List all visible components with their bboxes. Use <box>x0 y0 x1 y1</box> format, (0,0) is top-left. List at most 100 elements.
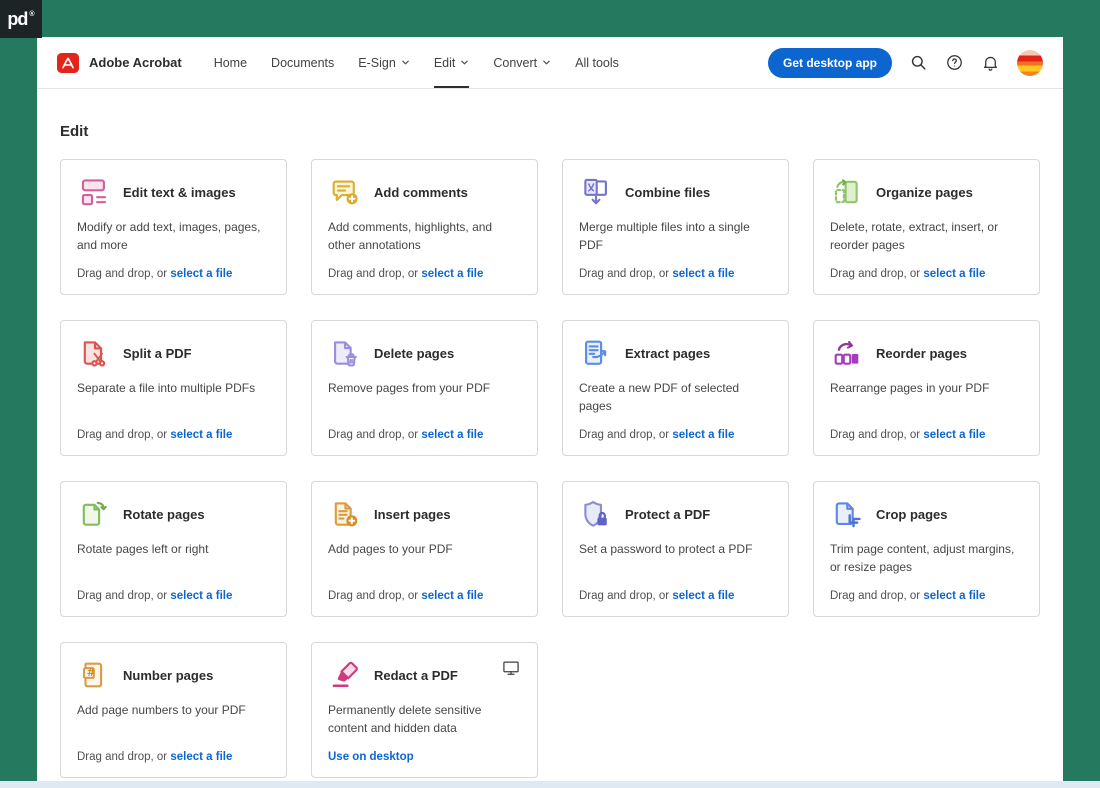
card-description: Set a password to protect a PDF <box>579 540 772 558</box>
card-crop-pages[interactable]: Crop pages Trim page content, adjust mar… <box>813 481 1040 617</box>
card-description: Add comments, highlights, and other anno… <box>328 218 521 254</box>
card-footer: Drag and drop, or select a file <box>579 429 772 441</box>
select-a-file-link[interactable]: select a file <box>672 590 734 602</box>
card-reorder-pages[interactable]: Reorder pages Rearrange pages in your PD… <box>813 320 1040 456</box>
card-number-pages[interactable]: # Number pages Add page numbers to your … <box>60 642 287 778</box>
chevron-down-icon <box>542 58 551 67</box>
select-a-file-link[interactable]: select a file <box>672 268 734 280</box>
select-a-file-link[interactable]: select a file <box>421 590 483 602</box>
extract-pages-icon <box>579 336 613 370</box>
card-title: Split a PDF <box>123 346 192 361</box>
card-organize-pages[interactable]: Organize pages Delete, rotate, extract, … <box>813 159 1040 295</box>
tools-grid: Edit text & images Modify or add text, i… <box>60 159 1040 778</box>
get-desktop-app-button[interactable]: Get desktop app <box>768 48 892 78</box>
card-redact-a-pdf[interactable]: Redact a PDF Permanently delete sensitiv… <box>311 642 538 778</box>
number-pages-icon: # <box>77 658 111 692</box>
crop-pages-icon <box>830 497 864 531</box>
drag-drop-text: Drag and drop, or <box>328 590 421 602</box>
card-insert-pages[interactable]: Insert pages Add pages to your PDF Drag … <box>311 481 538 617</box>
card-title: Combine files <box>625 185 710 200</box>
card-description: Merge multiple files into a single PDF <box>579 218 772 254</box>
card-footer: Drag and drop, or select a file <box>830 268 1023 280</box>
drag-drop-text: Drag and drop, or <box>328 268 421 280</box>
drag-drop-text: Drag and drop, or <box>830 590 923 602</box>
drag-drop-text: Drag and drop, or <box>77 590 170 602</box>
organize-pages-icon <box>830 175 864 209</box>
card-description: Rotate pages left or right <box>77 540 270 558</box>
nav-item-edit[interactable]: Edit <box>422 37 482 88</box>
main-content: Edit Edit text & images Modify or add te… <box>37 123 1063 778</box>
select-a-file-link[interactable]: select a file <box>170 590 232 602</box>
card-footer: Drag and drop, or select a file <box>77 751 270 763</box>
add-comments-icon <box>328 175 362 209</box>
card-footer: Drag and drop, or select a file <box>328 429 521 441</box>
svg-text:#: # <box>86 666 95 679</box>
chevron-down-icon <box>401 58 410 67</box>
chevron-down-icon <box>460 58 469 67</box>
card-title: Organize pages <box>876 185 973 200</box>
pd-logo-text: pd <box>7 9 27 30</box>
select-a-file-link[interactable]: select a file <box>170 429 232 441</box>
nav-item-documents[interactable]: Documents <box>259 37 346 88</box>
drag-drop-text: Drag and drop, or <box>77 268 170 280</box>
card-add-comments[interactable]: Add comments Add comments, highlights, a… <box>311 159 538 295</box>
card-combine-files[interactable]: Combine files Merge multiple files into … <box>562 159 789 295</box>
card-title: Reorder pages <box>876 346 967 361</box>
registered-mark: ® <box>29 11 34 18</box>
nav-item-e-sign[interactable]: E-Sign <box>346 37 422 88</box>
card-description: Create a new PDF of selected pages <box>579 379 772 415</box>
card-edit-text-images[interactable]: Edit text & images Modify or add text, i… <box>60 159 287 295</box>
use-on-desktop-link[interactable]: Use on desktop <box>328 751 414 763</box>
header-actions: Get desktop app <box>768 48 1043 78</box>
rotate-pages-icon <box>77 497 111 531</box>
select-a-file-link[interactable]: select a file <box>421 429 483 441</box>
select-a-file-link[interactable]: select a file <box>170 268 232 280</box>
card-footer: Drag and drop, or select a file <box>579 268 772 280</box>
card-description: Modify or add text, images, pages, and m… <box>77 218 270 254</box>
card-description: Rearrange pages in your PDF <box>830 379 1023 397</box>
avatar[interactable] <box>1017 50 1043 76</box>
select-a-file-link[interactable]: select a file <box>923 268 985 280</box>
card-rotate-pages[interactable]: Rotate pages Rotate pages left or right … <box>60 481 287 617</box>
drag-drop-text: Drag and drop, or <box>579 590 672 602</box>
card-title: Extract pages <box>625 346 710 361</box>
card-footer: Drag and drop, or select a file <box>830 429 1023 441</box>
card-protect-a-pdf[interactable]: Protect a PDF Set a password to protect … <box>562 481 789 617</box>
card-footer: Drag and drop, or select a file <box>830 590 1023 602</box>
help-icon[interactable] <box>945 53 964 72</box>
nav-item-home[interactable]: Home <box>202 37 259 88</box>
search-icon[interactable] <box>909 53 928 72</box>
main-nav: Home Documents E-Sign Edit Convert All t… <box>202 37 631 88</box>
combine-files-icon <box>579 175 613 209</box>
notifications-bell-icon[interactable] <box>981 53 1000 72</box>
select-a-file-link[interactable]: select a file <box>672 429 734 441</box>
card-footer: Drag and drop, or select a file <box>328 590 521 602</box>
pd-logo: pd® <box>0 0 42 38</box>
select-a-file-link[interactable]: select a file <box>923 590 985 602</box>
card-title: Rotate pages <box>123 507 205 522</box>
select-a-file-link[interactable]: select a file <box>170 751 232 763</box>
desktop-background: pd® Adobe Acrobat Home Documents E-Sign … <box>0 0 1100 788</box>
acrobat-window: Adobe Acrobat Home Documents E-Sign Edit… <box>37 37 1063 781</box>
card-delete-pages[interactable]: Delete pages Remove pages from your PDF … <box>311 320 538 456</box>
card-title: Redact a PDF <box>374 668 458 683</box>
top-navigation-bar: Adobe Acrobat Home Documents E-Sign Edit… <box>37 37 1063 89</box>
card-extract-pages[interactable]: Extract pages Create a new PDF of select… <box>562 320 789 456</box>
nav-item-all-tools[interactable]: All tools <box>563 37 631 88</box>
nav-item-convert[interactable]: Convert <box>481 37 563 88</box>
acrobat-logo-icon <box>57 53 79 73</box>
select-a-file-link[interactable]: select a file <box>923 429 985 441</box>
card-title: Number pages <box>123 668 213 683</box>
protect-pdf-icon <box>579 497 613 531</box>
card-title: Edit text & images <box>123 185 236 200</box>
brand: Adobe Acrobat <box>57 53 182 73</box>
card-description: Remove pages from your PDF <box>328 379 521 397</box>
card-title: Insert pages <box>374 507 451 522</box>
drag-drop-text: Drag and drop, or <box>77 429 170 441</box>
card-split-a-pdf[interactable]: Split a PDF Separate a file into multipl… <box>60 320 287 456</box>
insert-pages-icon <box>328 497 362 531</box>
delete-pages-icon <box>328 336 362 370</box>
card-description: Add pages to your PDF <box>328 540 521 558</box>
select-a-file-link[interactable]: select a file <box>421 268 483 280</box>
drag-drop-text: Drag and drop, or <box>579 429 672 441</box>
